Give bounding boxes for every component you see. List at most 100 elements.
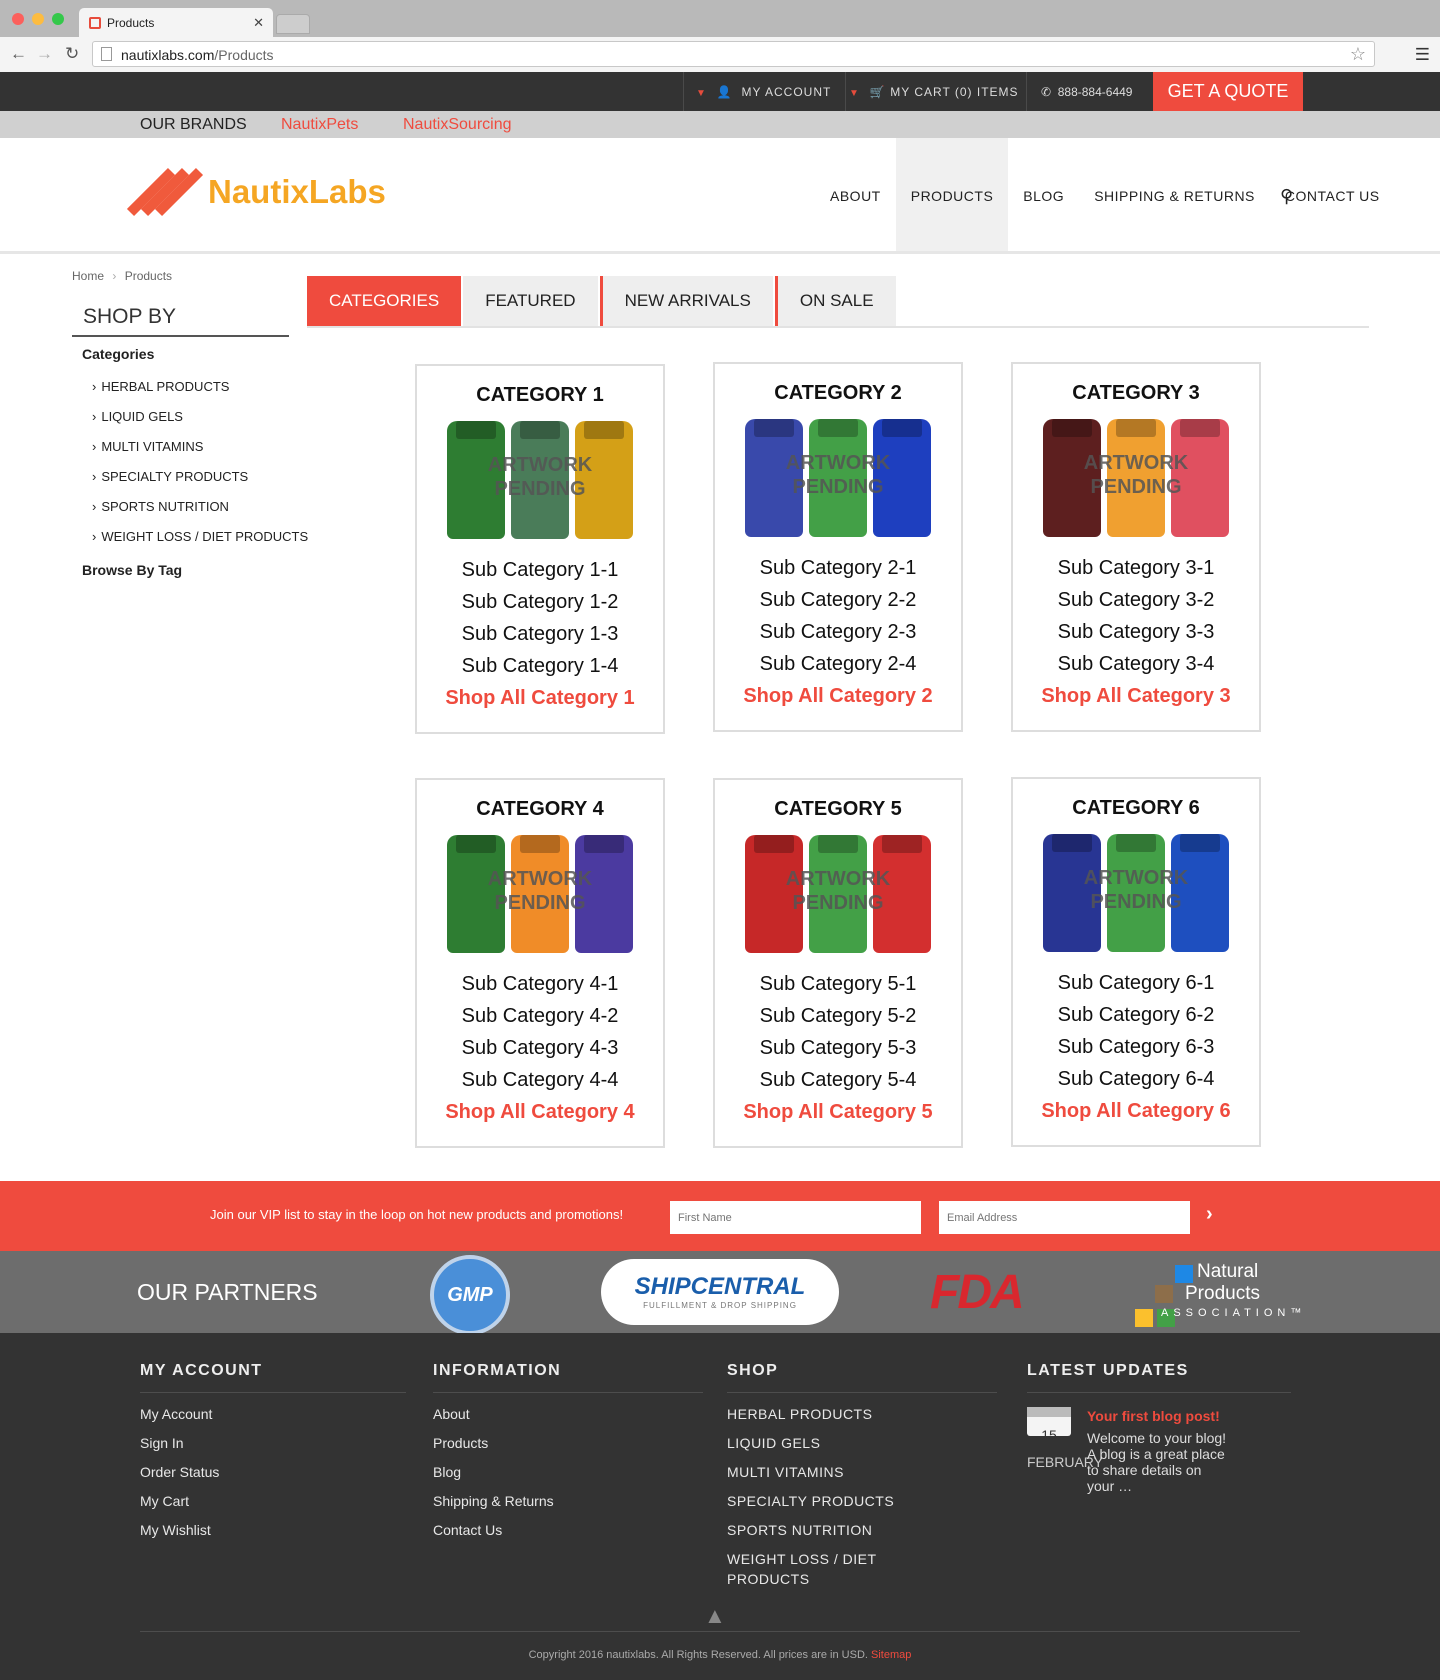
my-cart-link[interactable]: ▼ 🛒 MY CART (0) ITEMS (845, 72, 1026, 111)
bookmark-star-icon[interactable]: ☆ (1350, 44, 1366, 65)
phone-link[interactable]: ✆ 888-884-6449 (1026, 72, 1153, 111)
category-card[interactable]: CATEGORY 1 ARTWORK PENDING Sub Category 1-1… (415, 364, 665, 734)
sidebar-item-specialty-products[interactable]: SPECIALTY PRODUCTS (92, 469, 308, 499)
subcategory-link[interactable]: Sub Category 2-1 (715, 557, 961, 589)
product-image[interactable]: ARTWORK PENDING (445, 421, 635, 541)
vip-submit-button[interactable]: › (1206, 1203, 1213, 1226)
subcategory-link[interactable]: Sub Category 3-1 (1013, 557, 1259, 589)
get-a-quote-button[interactable]: GET A QUOTE (1153, 72, 1303, 111)
maximize-window-button[interactable] (52, 13, 64, 25)
category-card[interactable]: CATEGORY 4 ARTWORK PENDING Sub Category 4-1… (415, 778, 665, 1148)
product-image[interactable]: ARTWORK PENDING (743, 419, 933, 539)
subcategory-link[interactable]: Sub Category 4-2 (417, 1005, 663, 1037)
footer-link[interactable]: MULTI VITAMINS (727, 1464, 997, 1493)
first-name-input[interactable] (670, 1201, 921, 1234)
footer-link[interactable]: Products (433, 1435, 703, 1464)
footer-link[interactable]: LIQUID GELS (727, 1435, 997, 1464)
footer-link[interactable]: SPECIALTY PRODUCTS (727, 1493, 997, 1522)
forward-arrow-icon[interactable]: → (36, 44, 53, 64)
category-title[interactable]: CATEGORY 3 (1013, 382, 1259, 405)
footer-link[interactable]: SPORTS NUTRITION (727, 1522, 997, 1551)
subcategory-link[interactable]: Sub Category 5-1 (715, 973, 961, 1005)
footer-link[interactable]: My Wishlist (140, 1522, 406, 1551)
search-icon[interactable]: ⚲ (1280, 186, 1293, 207)
footer-link[interactable]: Blog (433, 1464, 703, 1493)
subcategory-link[interactable]: Sub Category 1-1 (417, 559, 663, 591)
close-tab-icon[interactable]: ✕ (253, 15, 264, 31)
sidebar-item-sports-nutrition[interactable]: SPORTS NUTRITION (92, 499, 308, 529)
category-title[interactable]: CATEGORY 5 (715, 798, 961, 821)
site-logo[interactable]: NautixLabs (126, 165, 386, 219)
footer-link[interactable]: Sign In (140, 1435, 406, 1464)
nav-products[interactable]: PRODUCTS (895, 138, 1009, 251)
subcategory-link[interactable]: Sub Category 2-4 (715, 653, 961, 685)
category-title[interactable]: CATEGORY 2 (715, 382, 961, 405)
sidebar-browse-by-tag[interactable]: Browse By Tag (82, 562, 182, 578)
shop-all-link[interactable]: Shop All Category 6 (1013, 1100, 1259, 1123)
shop-all-link[interactable]: Shop All Category 4 (417, 1101, 663, 1124)
category-title[interactable]: CATEGORY 6 (1013, 797, 1259, 820)
category-title[interactable]: CATEGORY 1 (417, 384, 663, 407)
subcategory-link[interactable]: Sub Category 4-4 (417, 1069, 663, 1101)
subcategory-link[interactable]: Sub Category 1-3 (417, 623, 663, 655)
footer-link[interactable]: Order Status (140, 1464, 406, 1493)
category-title[interactable]: CATEGORY 4 (417, 798, 663, 821)
footer-link[interactable]: WEIGHT LOSS / DIET (727, 1551, 997, 1571)
my-account-link[interactable]: ▼ 👤 MY ACCOUNT (683, 72, 845, 111)
back-arrow-icon[interactable]: ← (10, 44, 27, 64)
shop-all-link[interactable]: Shop All Category 1 (417, 687, 663, 710)
subcategory-link[interactable]: Sub Category 3-3 (1013, 621, 1259, 653)
footer-link[interactable]: PRODUCTS (727, 1571, 997, 1600)
subcategory-link[interactable]: Sub Category 6-4 (1013, 1068, 1259, 1100)
nav-blog[interactable]: BLOG (1008, 138, 1079, 251)
nav-about[interactable]: ABOUT (815, 138, 896, 251)
footer-link[interactable]: My Account (140, 1406, 406, 1435)
subcategory-link[interactable]: Sub Category 6-3 (1013, 1036, 1259, 1068)
reload-icon[interactable]: ↻ (65, 44, 79, 64)
category-card[interactable]: CATEGORY 5 ARTWORK PENDING Sub Category 5-1… (713, 778, 963, 1148)
tab-new-arrivals[interactable]: NEW ARRIVALS (599, 276, 773, 326)
new-tab-button[interactable] (276, 14, 310, 34)
sidebar-item-herbal-products[interactable]: HERBAL PRODUCTS (92, 379, 308, 409)
category-card[interactable]: CATEGORY 3 ARTWORK PENDING Sub Category 3-1… (1011, 362, 1261, 732)
subcategory-link[interactable]: Sub Category 6-2 (1013, 1004, 1259, 1036)
product-image[interactable]: ARTWORK PENDING (1041, 419, 1231, 539)
category-card[interactable]: CATEGORY 6 ARTWORK PENDING Sub Category 6-1… (1011, 777, 1261, 1147)
browser-tab[interactable]: Products ✕ (79, 8, 273, 37)
brand-link-nautixsourcing[interactable]: NautixSourcing (403, 116, 512, 134)
product-image[interactable]: ARTWORK PENDING (445, 835, 635, 955)
subcategory-link[interactable]: Sub Category 5-2 (715, 1005, 961, 1037)
product-image[interactable]: ARTWORK PENDING (1041, 834, 1231, 954)
tab-featured[interactable]: FEATURED (463, 276, 598, 326)
nav-shipping-returns[interactable]: SHIPPING & RETURNS (1079, 138, 1270, 251)
subcategory-link[interactable]: Sub Category 1-2 (417, 591, 663, 623)
subcategory-link[interactable]: Sub Category 2-2 (715, 589, 961, 621)
email-input[interactable] (939, 1201, 1190, 1234)
category-card[interactable]: CATEGORY 2 ARTWORK PENDING Sub Category 2-1… (713, 362, 963, 732)
browser-menu-icon[interactable]: ☰ (1415, 45, 1430, 65)
product-image[interactable]: ARTWORK PENDING (743, 835, 933, 955)
subcategory-link[interactable]: Sub Category 5-4 (715, 1069, 961, 1101)
footer-link[interactable]: Contact Us (433, 1522, 703, 1551)
back-to-top-icon[interactable]: ▲ (704, 1603, 726, 1629)
breadcrumb-home[interactable]: Home (72, 269, 104, 283)
shop-all-link[interactable]: Shop All Category 2 (715, 685, 961, 708)
footer-link[interactable]: My Cart (140, 1493, 406, 1522)
sidebar-item-weight-loss[interactable]: WEIGHT LOSS / DIET PRODUCTS (92, 529, 308, 559)
close-window-button[interactable] (12, 13, 24, 25)
sitemap-link[interactable]: Sitemap (871, 1649, 911, 1661)
brand-link-nautixpets[interactable]: NautixPets (281, 116, 358, 134)
tab-categories[interactable]: CATEGORIES (307, 276, 462, 326)
subcategory-link[interactable]: Sub Category 6-1 (1013, 972, 1259, 1004)
shop-all-link[interactable]: Shop All Category 5 (715, 1101, 961, 1124)
subcategory-link[interactable]: Sub Category 1-4 (417, 655, 663, 687)
subcategory-link[interactable]: Sub Category 3-2 (1013, 589, 1259, 621)
subcategory-link[interactable]: Sub Category 4-1 (417, 973, 663, 1005)
sidebar-item-multi-vitamins[interactable]: MULTI VITAMINS (92, 439, 308, 469)
sidebar-item-liquid-gels[interactable]: LIQUID GELS (92, 409, 308, 439)
minimize-window-button[interactable] (32, 13, 44, 25)
subcategory-link[interactable]: Sub Category 3-4 (1013, 653, 1259, 685)
footer-link[interactable]: HERBAL PRODUCTS (727, 1406, 997, 1435)
shop-all-link[interactable]: Shop All Category 3 (1013, 685, 1259, 708)
footer-link[interactable]: About (433, 1406, 703, 1435)
